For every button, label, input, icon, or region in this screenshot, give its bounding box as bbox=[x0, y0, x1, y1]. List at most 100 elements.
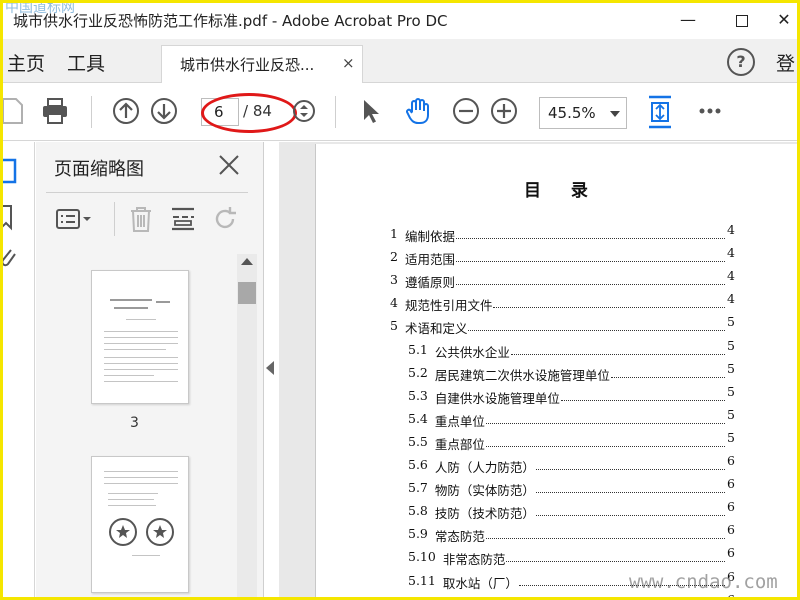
print-icon[interactable] bbox=[40, 96, 70, 126]
toc-entry-page: 5 bbox=[727, 314, 735, 330]
collapse-panel-icon[interactable] bbox=[266, 361, 274, 375]
zoom-dropdown[interactable]: 45.5% bbox=[539, 97, 627, 129]
toc-entry-page: 4 bbox=[727, 291, 735, 307]
toc-entry-page: 4 bbox=[727, 245, 735, 261]
toc-entry-title: 物防（实体防范） bbox=[434, 480, 536, 500]
thumbnail-panel: 页面缩略图 3 bbox=[36, 142, 264, 597]
minimize-button[interactable]: — bbox=[671, 7, 705, 33]
toc-entry-number: 5 bbox=[390, 318, 398, 334]
fit-page-icon[interactable] bbox=[645, 94, 675, 130]
maximize-icon bbox=[736, 14, 748, 27]
zoom-out-icon[interactable] bbox=[451, 96, 481, 126]
page-nav-icon[interactable] bbox=[289, 96, 319, 126]
tab-tools[interactable]: 工具 bbox=[67, 49, 105, 76]
toc-leader-dots bbox=[468, 330, 725, 332]
toc-leader-dots bbox=[485, 445, 725, 447]
seal-icon bbox=[109, 518, 174, 546]
tab-home[interactable]: 主页 bbox=[7, 49, 45, 76]
close-icon[interactable] bbox=[216, 152, 242, 178]
toc-leader-dots bbox=[610, 376, 725, 378]
left-icon-rail bbox=[0, 142, 35, 597]
delete-page-icon[interactable] bbox=[126, 204, 156, 234]
thumb-options-icon[interactable] bbox=[54, 204, 94, 234]
zoom-in-icon[interactable] bbox=[489, 96, 519, 126]
toc-leader-dots bbox=[455, 284, 725, 286]
thumbnail-scrollbar[interactable] bbox=[237, 254, 257, 597]
page-thumbnail[interactable] bbox=[91, 456, 189, 593]
more-icon[interactable] bbox=[695, 96, 725, 126]
create-pdf-icon[interactable] bbox=[0, 96, 27, 126]
toc-entry-page: 5 bbox=[727, 429, 735, 445]
toc-entry[interactable]: 非常态防范 5.10 6 bbox=[408, 545, 741, 569]
toc-entry[interactable]: 物防（实体防范） 5.7 6 bbox=[408, 476, 741, 500]
toc-entry-page: 4 bbox=[727, 222, 735, 237]
chevron-down-icon bbox=[610, 111, 620, 117]
toc-entry[interactable]: 人防（人力防范） 5.6 6 bbox=[408, 453, 741, 477]
rotate-page-icon[interactable] bbox=[210, 204, 240, 234]
toc-entry[interactable]: 常态防范 5.9 6 bbox=[408, 522, 741, 546]
toolbar-separator bbox=[335, 96, 336, 128]
toc-entry-page: 4 bbox=[727, 268, 735, 284]
toc-entry-page: 5 bbox=[727, 406, 735, 422]
toc-entry-number: 4 bbox=[390, 295, 398, 311]
toc-entry-title: 重点部位 bbox=[434, 433, 486, 453]
toc-entry-number: 5.10 bbox=[408, 549, 436, 565]
toc-entry[interactable]: 自建供水设施管理单位 5.3 5 bbox=[408, 384, 741, 408]
toc-entry[interactable]: 水库水厂5.126 bbox=[408, 592, 741, 597]
toc-entry[interactable]: 规范性引用文件 4 4 bbox=[390, 291, 741, 315]
toc-entry-title: 术语和定义 bbox=[404, 318, 469, 338]
toc-leader-dots bbox=[510, 353, 725, 355]
toc-entry-title: 自建供水设施管理单位 bbox=[434, 387, 561, 407]
toc-entry[interactable]: 编制依据 1 4 bbox=[390, 222, 741, 246]
page-thumbnail[interactable] bbox=[91, 270, 189, 404]
document-tab[interactable]: 城市供水行业反恐... × bbox=[161, 45, 363, 83]
toc-leader-dots bbox=[560, 399, 725, 401]
toc-entry[interactable]: 居民建筑二次供水设施管理单位 5.2 5 bbox=[408, 361, 741, 385]
document-tab-label: 城市供水行业反恐... bbox=[180, 56, 315, 74]
prev-page-icon[interactable] bbox=[111, 96, 141, 126]
panel-title: 页面缩略图 bbox=[54, 159, 144, 180]
toc-entry-page: 5 bbox=[727, 360, 735, 376]
hand-tool-icon[interactable] bbox=[403, 96, 433, 126]
toc-entry[interactable]: 重点部位 5.5 5 bbox=[408, 430, 741, 454]
toc-entry-number: 5.7 bbox=[408, 480, 428, 496]
toc-leader-dots bbox=[455, 261, 725, 263]
attachments-icon[interactable] bbox=[0, 242, 21, 272]
toc-entry[interactable]: 公共供水企业 5.1 5 bbox=[408, 338, 741, 362]
toc-entry-number: 5.1 bbox=[408, 341, 428, 357]
toc-entry[interactable]: 遵循原则 3 4 bbox=[390, 268, 741, 292]
toc-entry[interactable]: 技防（技术防范） 5.8 6 bbox=[408, 499, 741, 523]
bookmarks-icon[interactable] bbox=[0, 202, 21, 232]
toc-entry-title: 水库水厂 bbox=[442, 595, 494, 597]
toc-entry[interactable]: 适用范围 2 4 bbox=[390, 245, 741, 269]
pdf-page: 目 录 编制依据 1 4 适用范围 2 4 遵循原则 3 4 规范性引用文件 4 4 术语和定义 5 5 公共… bbox=[315, 144, 797, 597]
panel-separator bbox=[114, 202, 115, 236]
close-window-button[interactable]: ✕ bbox=[767, 7, 797, 33]
toc-leader-dots bbox=[455, 238, 725, 239]
divider bbox=[46, 192, 248, 193]
toc-entry-number: 5.11 bbox=[408, 572, 436, 588]
sign-in-button[interactable]: 登 bbox=[776, 49, 795, 76]
toc-entry[interactable]: 重点单位 5.4 5 bbox=[408, 407, 741, 431]
extract-page-icon[interactable] bbox=[168, 204, 198, 234]
toc-entry-page: 5 bbox=[727, 337, 735, 353]
document-tab-close-button[interactable]: × bbox=[342, 54, 355, 72]
watermark-top-left: 中国道标网 bbox=[5, 0, 75, 16]
page-thumbnails-icon[interactable] bbox=[0, 156, 21, 186]
scroll-up-icon[interactable] bbox=[241, 258, 253, 265]
maximize-button[interactable] bbox=[725, 7, 759, 33]
help-button[interactable]: ? bbox=[727, 48, 755, 76]
toc-entry-number: 5.5 bbox=[408, 433, 428, 449]
toolbar-separator bbox=[91, 96, 92, 128]
toc-entry-number: 5.12 bbox=[408, 595, 436, 597]
watermark-bottom-right: www.cndao.com bbox=[629, 571, 778, 593]
toc-entry-number: 2 bbox=[390, 249, 398, 265]
select-arrow-icon[interactable] bbox=[355, 96, 385, 126]
next-page-icon[interactable] bbox=[149, 96, 179, 126]
scrollbar-thumb[interactable] bbox=[238, 282, 256, 304]
toc-entry-number: 5.3 bbox=[408, 387, 428, 403]
toc-entry-page: 5 bbox=[727, 383, 735, 399]
toc-entry-title: 居民建筑二次供水设施管理单位 bbox=[434, 364, 611, 384]
toc-entry[interactable]: 术语和定义 5 5 bbox=[390, 314, 741, 338]
toc-entry-page: 6 bbox=[727, 522, 735, 538]
